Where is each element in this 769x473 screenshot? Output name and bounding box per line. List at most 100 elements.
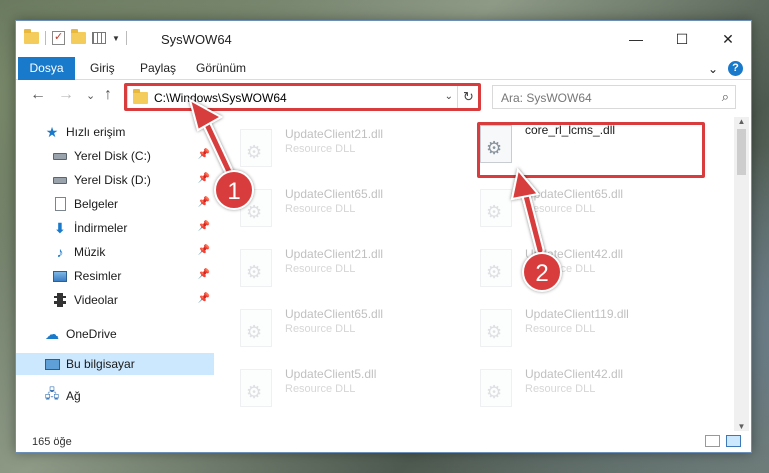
file-type: Resource DLL — [285, 383, 356, 395]
music-icon: ♪ — [56, 244, 64, 260]
sidebar-item-network[interactable]: 🖧 Ağ — [16, 385, 214, 407]
sidebar-item-disk-c[interactable]: Yerel Disk (C:) 📌 — [16, 145, 214, 167]
title-bar: ▼ SysWOW64 — ☐ ✕ — [16, 21, 751, 57]
sidebar-item-label: Yerel Disk (C:) — [74, 149, 151, 163]
back-arrow-icon[interactable]: ← — [30, 86, 46, 104]
dll-file-icon — [240, 129, 272, 167]
sidebar-item-onedrive[interactable]: ☁ OneDrive — [16, 323, 214, 345]
tiles-view-icon[interactable] — [726, 435, 741, 447]
sidebar-item-videos[interactable]: Videolar 📌 — [16, 289, 214, 311]
sidebar-item-downloads[interactable]: ⬇ İndirmeler 📌 — [16, 217, 214, 239]
scroll-down-icon[interactable]: ▼ — [734, 422, 749, 431]
pin-icon[interactable]: 📌 — [198, 197, 210, 208]
sidebar-item-music[interactable]: ♪ Müzik 📌 — [16, 241, 214, 263]
navigation-pane: ★ Hızlı erişim Yerel Disk (C:) 📌 Yerel D… — [16, 117, 214, 431]
tab-view[interactable]: Görünüm — [196, 57, 246, 80]
expand-ribbon-icon[interactable]: ⌄ — [708, 62, 718, 76]
cloud-icon: ☁ — [45, 325, 59, 342]
pin-icon[interactable]: 📌 — [198, 221, 210, 232]
list-item[interactable]: UpdateClient21.dll Resource DLL — [214, 241, 444, 291]
sidebar-item-label: Ağ — [66, 389, 81, 403]
sidebar-item-this-pc[interactable]: Bu bilgisayar — [16, 353, 214, 375]
dropdown-arrow-icon[interactable]: ▼ — [112, 34, 120, 43]
dll-file-icon — [480, 189, 512, 227]
properties-icon[interactable] — [52, 30, 65, 45]
computer-icon — [44, 356, 60, 372]
search-box[interactable]: Ara: SysWOW64 ⌕ — [492, 85, 736, 109]
file-name: UpdateClient65.dll — [285, 187, 384, 201]
up-arrow-icon[interactable]: ↑ — [104, 86, 112, 104]
dll-file-icon — [240, 249, 272, 287]
dll-file-icon — [240, 369, 272, 407]
file-type: Resource DLL — [285, 263, 356, 275]
details-view-icon[interactable] — [705, 435, 720, 447]
dll-file-icon — [480, 125, 512, 163]
sidebar-item-documents[interactable]: Belgeler 📌 — [16, 193, 214, 215]
pictures-icon — [52, 268, 68, 284]
pin-icon[interactable]: 📌 — [198, 149, 210, 160]
file-name: UpdateClient65.dll — [285, 307, 384, 321]
new-folder-icon[interactable] — [71, 29, 86, 44]
list-item[interactable]: UpdateClient42.dll Resource DLL — [454, 361, 684, 411]
list-item-target-dll[interactable]: core_rl_lcms_.dll — [454, 117, 684, 167]
sidebar-item-label: Videolar — [74, 293, 118, 307]
list-item[interactable]: UpdateClient21.dll Resource DLL — [214, 121, 444, 171]
file-type: Resource DLL — [525, 323, 596, 335]
dll-file-icon — [480, 369, 512, 407]
pin-icon[interactable]: 📌 — [198, 293, 210, 304]
file-name: UpdateClient5.dll — [285, 367, 377, 381]
search-icon[interactable]: ⌕ — [722, 89, 729, 105]
file-name: UpdateClient42.dll — [525, 367, 624, 381]
network-icon: 🖧 — [44, 386, 60, 401]
download-icon: ⬇ — [54, 219, 66, 236]
scroll-up-icon[interactable]: ▲ — [734, 117, 749, 126]
file-list: UpdateClient21.dll Resource DLL UpdateCl… — [214, 117, 732, 431]
close-button[interactable]: ✕ — [705, 21, 751, 57]
sidebar-item-label: Müzik — [74, 245, 106, 259]
disk-icon — [52, 148, 68, 164]
sidebar-item-quick-access[interactable]: ★ Hızlı erişim — [16, 121, 214, 143]
step-badge-1: 1 — [214, 170, 254, 210]
address-bar[interactable]: C:\Windows\SysWOW64 ⌄ ↻ — [127, 85, 480, 109]
address-path[interactable]: C:\Windows\SysWOW64 — [154, 91, 287, 105]
sidebar-item-label: Resimler — [74, 269, 122, 283]
sidebar-item-label: OneDrive — [66, 327, 117, 341]
help-icon[interactable]: ? — [728, 61, 743, 76]
file-name: UpdateClient21.dll — [285, 247, 384, 261]
maximize-button[interactable]: ☐ — [659, 21, 705, 57]
sidebar-item-label: Hızlı erişim — [66, 125, 126, 139]
address-dropdown-icon[interactable]: ⌄ — [445, 91, 453, 102]
sidebar-item-disk-d[interactable]: Yerel Disk (D:) 📌 — [16, 169, 214, 191]
list-item[interactable]: UpdateClient5.dll Resource DLL — [214, 361, 444, 411]
tab-share[interactable]: Paylaş — [140, 57, 176, 80]
list-item[interactable]: UpdateClient119.dll Resource DLL — [454, 301, 684, 351]
recent-locations-icon[interactable]: ⌄ — [86, 89, 95, 102]
document-icon — [52, 196, 68, 212]
tab-home[interactable]: Giriş — [90, 57, 115, 80]
file-name: UpdateClient119.dll — [525, 307, 629, 321]
forward-arrow-icon[interactable]: → — [58, 86, 74, 104]
pin-icon[interactable]: 📌 — [198, 269, 210, 280]
minimize-button[interactable]: — — [613, 21, 659, 57]
step-badge-2: 2 — [522, 252, 562, 292]
tab-file[interactable]: Dosya — [18, 57, 75, 80]
list-item[interactable]: UpdateClient65.dll Resource DLL — [454, 181, 684, 231]
file-type: Resource DLL — [525, 203, 596, 215]
window-title: SysWOW64 — [161, 32, 232, 47]
customize-icon[interactable] — [92, 32, 106, 44]
videos-icon — [52, 292, 68, 308]
refresh-icon[interactable]: ↻ — [457, 86, 479, 108]
list-item[interactable]: UpdateClient65.dll Resource DLL — [214, 301, 444, 351]
list-item[interactable]: UpdateClient42.dll Resource DLL — [454, 241, 684, 291]
ribbon-tabs: Dosya Giriş Paylaş Görünüm ⌄ ? — [16, 57, 751, 80]
item-count: 165 öğe — [32, 436, 72, 448]
sidebar-item-pictures[interactable]: Resimler 📌 — [16, 265, 214, 287]
folder-icon — [24, 29, 39, 44]
pin-icon[interactable]: 📌 — [198, 173, 210, 184]
sidebar-item-label: Yerel Disk (D:) — [74, 173, 151, 187]
vertical-scrollbar[interactable]: ▲ ▼ — [734, 117, 749, 431]
status-bar: 165 öğe — [16, 431, 751, 452]
scrollbar-thumb[interactable] — [737, 129, 746, 175]
toolbar-divider — [125, 31, 127, 45]
pin-icon[interactable]: 📌 — [198, 245, 210, 256]
